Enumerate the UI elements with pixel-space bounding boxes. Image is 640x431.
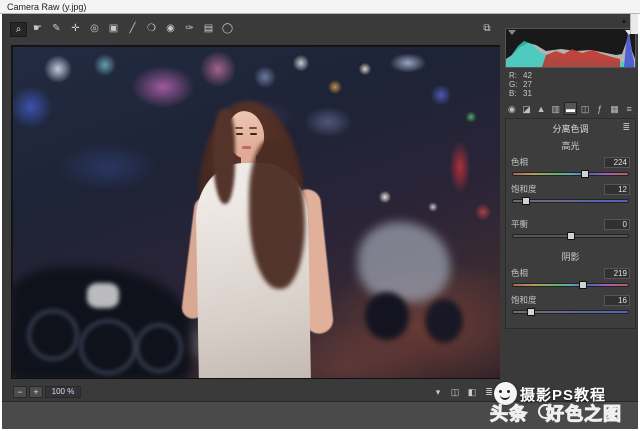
b-value: 31 [523,89,532,98]
tab-presets[interactable]: ≡ [622,102,636,115]
motorbike [358,222,450,302]
window-titlebar: Camera Raw (y.jpg) [0,0,640,14]
balance-value[interactable]: 0 [604,219,630,230]
subject-eyebrow [249,127,257,129]
subject-eye [236,133,243,135]
tab-tone-curve[interactable]: ◪ [520,102,534,115]
g-label: G: [509,80,523,89]
tab-basic[interactable]: ◉ [505,102,519,115]
subject-eye [250,133,257,135]
highlights-saturation-value[interactable]: 12 [604,184,630,195]
panel-tabs: ◉ ◪ ▲ ▥ ▬ ◫ ƒ ▦ [505,102,636,115]
preview-statusbar: − + 100 % ▾ ◫ ◧ ≣ [11,384,500,400]
color-sampler-tool[interactable]: ✛ [67,22,84,37]
tab-lens-corrections[interactable]: ◫ [578,102,592,115]
view-icons: ▾ ◫ ◧ ≣ [431,386,496,399]
split-toning-panel: 分离色调 ≣ 高光 色相 224 饱和度 12 [505,118,636,329]
motorbike-wheel [425,299,463,343]
tab-detail[interactable]: ▲ [534,102,548,115]
bicycle-wheel [79,319,137,375]
page-scrollbar[interactable]: ▴ [630,14,638,34]
balance-slider[interactable] [512,232,629,241]
highlights-hue-label: 色相 [511,156,528,168]
highlights-hue-value[interactable]: 224 [604,157,630,168]
slider-thumb[interactable] [579,281,587,289]
shadows-hue-slider[interactable] [512,281,629,290]
subject-eyebrow [235,127,243,129]
slider-thumb[interactable] [567,232,575,240]
targeted-adjustment-tool[interactable]: ◎ [86,22,103,37]
tab-camera-calibration[interactable]: ▦ [608,102,622,115]
highlights-saturation-label: 饱和度 [511,183,537,195]
slider-track[interactable] [512,283,629,287]
bicycle-wheel [27,309,79,361]
hand-tool[interactable]: ☛ [29,22,46,37]
preview-toggle-icon[interactable]: ▾ [431,386,445,399]
tab-effects[interactable]: ƒ [593,102,607,115]
shadow-clipping-indicator[interactable] [508,30,516,35]
histogram-graph [506,29,635,67]
radial-filter-tool[interactable]: ◯ [219,22,236,37]
adjustment-brush-tool[interactable]: ✑ [181,22,198,37]
shadows-hue-value[interactable]: 219 [604,268,630,279]
zoom-out-button[interactable]: − [13,386,27,398]
shadows-header: 阴影 [511,250,630,263]
subject-lips [242,146,251,149]
subject-hair-strand [213,109,235,204]
b-label: B: [509,89,523,98]
balance-label: 平衡 [511,218,528,230]
split-view-icon[interactable]: ◧ [465,386,479,399]
spot-removal-tool[interactable]: ❍ [143,22,160,37]
bicycle-wheel [135,323,183,373]
before-after-view-icon[interactable]: ◫ [448,386,462,399]
slider-thumb[interactable] [522,197,530,205]
tab-split-toning[interactable]: ▬ [564,102,578,115]
red-eye-tool[interactable]: ◉ [162,22,179,37]
g-value: 27 [523,80,532,89]
straighten-tool[interactable]: ╱ [124,22,141,37]
screenshot-root: Camera Raw (y.jpg) ⌕ ☛ ✎ ✛ ◎ ▣ ╱ [0,0,640,431]
graduated-filter-tool[interactable]: ▤ [200,22,217,37]
adjustments-column: R:42 G:27 B:31 ◉ ◪ ▲ ▥ ▬ ◫ [505,28,636,400]
shadows-saturation-slider[interactable] [512,308,629,317]
highlights-header: 高光 [511,139,630,152]
crop-tool[interactable]: ▣ [105,22,122,37]
motorbike-wheel [365,292,409,340]
slider-track[interactable] [512,172,629,176]
toggle-dialog-icon[interactable]: ⧉ [478,21,496,36]
camera-raw-dialog: ⌕ ☛ ✎ ✛ ◎ ▣ ╱ ❍ ◉ ✑ [2,14,638,401]
r-label: R: [509,71,523,80]
panel-title: 分离色调 [552,124,588,134]
view-menu-icon[interactable]: ≣ [482,386,496,399]
zoom-in-button[interactable]: + [29,386,43,398]
dialog-footer [2,401,638,429]
slider-thumb[interactable] [527,308,535,316]
highlights-hue-slider[interactable] [512,170,629,179]
slider-thumb[interactable] [581,170,589,178]
zoom-controls: − + 100 % [13,386,81,398]
tab-hsl[interactable]: ▥ [549,102,563,115]
panel-menu-icon[interactable]: ≣ [622,122,630,133]
preview-image[interactable] [13,47,500,378]
rgb-readout: R:42 G:27 B:31 [505,71,636,98]
preview-frame [11,45,500,379]
histogram [505,28,636,68]
toolbar: ⌕ ☛ ✎ ✛ ◎ ▣ ╱ ❍ ◉ ✑ [10,21,236,37]
zoom-tool[interactable]: ⌕ [10,22,27,37]
scroll-arrow-icon: ▴ [622,16,626,25]
window-title: Camera Raw (y.jpg) [7,2,86,12]
bicycle-basket-bag [87,283,119,308]
shadows-saturation-value[interactable]: 16 [604,295,630,306]
shadows-hue-label: 色相 [511,267,528,279]
zoom-level-select[interactable]: 100 % [45,386,81,398]
highlights-saturation-slider[interactable] [512,197,629,206]
white-balance-tool[interactable]: ✎ [48,22,65,37]
r-value: 42 [523,71,532,80]
shadows-saturation-label: 饱和度 [511,294,537,306]
